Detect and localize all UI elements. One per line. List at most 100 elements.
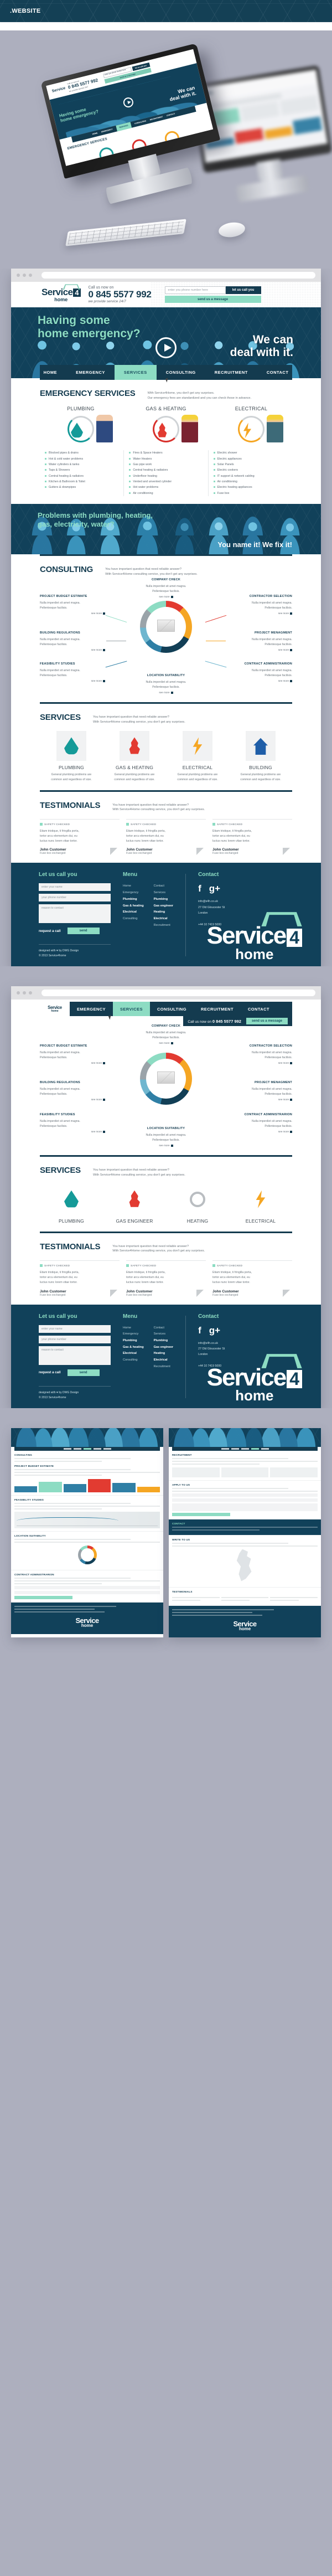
see-more-link[interactable]: see more <box>227 611 292 615</box>
service-item-heating[interactable]: HEATING <box>170 1184 225 1224</box>
nav-item-consulting[interactable]: CONSULTING <box>150 1002 194 1016</box>
nav-item-contact[interactable]: CONTACT <box>257 365 298 380</box>
footer-reason-textarea[interactable]: reason to contact <box>39 904 111 924</box>
list-item[interactable]: Taps & Showers <box>45 467 118 473</box>
footer-link[interactable]: Electrical <box>123 909 144 916</box>
footer-link[interactable]: Gas engineer <box>154 1344 173 1351</box>
list-item[interactable]: Electric appliances <box>213 456 287 462</box>
nav-item-home[interactable]: HOME <box>34 365 67 380</box>
service-item-gas[interactable]: GAS & HEATING General plumbing problems … <box>107 731 162 782</box>
footer-phone-input[interactable]: your phone number <box>39 894 111 902</box>
list-item[interactable]: Fuse box <box>213 491 287 496</box>
footer-email[interactable]: info@s4h.co.uk <box>198 1342 218 1345</box>
mini-nav-home[interactable]: HOME <box>92 132 98 136</box>
footer-link[interactable]: Services <box>154 1331 173 1338</box>
maximize-dot-icon[interactable] <box>29 274 32 277</box>
footer-link[interactable]: Consulting <box>123 1357 144 1364</box>
send-button[interactable]: send <box>67 928 100 935</box>
list-item[interactable]: Blocked pipes & drains <box>45 450 118 456</box>
list-item[interactable]: Gas pipe work <box>129 462 203 467</box>
footer-link[interactable]: Services <box>154 890 173 897</box>
nav-item-consulting[interactable]: CONSULTING <box>157 365 205 380</box>
main-navigation[interactable]: HOME EMERGENCY SERVICES CONSULTING RECRU… <box>40 365 292 380</box>
list-item[interactable]: Kitchen & Bathroom & Toilet <box>45 479 118 485</box>
see-more-link[interactable]: see more <box>40 1130 105 1134</box>
footer-link[interactable]: Heating <box>154 1351 173 1357</box>
google-plus-icon[interactable]: g+ <box>209 883 220 894</box>
see-more-link[interactable]: see more <box>40 1098 105 1101</box>
google-plus-icon[interactable]: g+ <box>209 1325 220 1336</box>
list-item[interactable]: Underfloor heating <box>129 473 203 479</box>
footer-link[interactable]: Emergency <box>123 1331 144 1338</box>
minimize-dot-icon[interactable] <box>23 991 26 995</box>
see-more-link[interactable]: see more <box>130 691 202 694</box>
service-item-plumbing[interactable]: PLUMBING General plumbing problems are co… <box>44 731 98 782</box>
see-more-link[interactable]: see more <box>130 595 202 599</box>
list-item[interactable]: Air conditioning <box>129 491 203 496</box>
service-item-plumbing[interactable]: PLUMBING <box>44 1184 98 1224</box>
emergency-card-electrical[interactable]: ELECTRICAL <box>210 406 292 444</box>
see-more-link[interactable]: see more <box>227 1098 292 1101</box>
sticky-navigation[interactable]: Service home EMERGENCY SERVICES CONSULTI… <box>40 1002 292 1027</box>
footer-link[interactable]: Contact <box>154 883 173 890</box>
send-button[interactable]: send <box>67 1369 100 1376</box>
send-us-a-message-button[interactable]: send us a message <box>164 296 261 303</box>
footer-link[interactable]: Gas engineer <box>154 903 173 910</box>
emergency-card-plumbing[interactable]: PLUMBING <box>40 406 122 444</box>
list-item[interactable]: Central heating & radiators <box>45 473 118 479</box>
service-item-electrical[interactable]: ELECTRICAL <box>234 1184 288 1224</box>
see-more-link[interactable]: see more <box>227 1061 292 1065</box>
list-item[interactable]: Water cylinders & tanks <box>45 462 118 467</box>
footer-link[interactable]: Recruitment <box>154 1364 173 1371</box>
nav-item-recruitment[interactable]: RECRUITMENT <box>205 365 257 380</box>
list-item[interactable]: Electric heating appliances <box>213 485 287 490</box>
footer-link[interactable]: Gas & heating <box>123 903 144 910</box>
list-item[interactable]: Hot water problems <box>129 485 203 490</box>
list-item[interactable]: Solar Panels <box>213 462 287 467</box>
mini-nav-contact[interactable]: CONTACT <box>167 113 175 117</box>
footer-name-input[interactable]: enter your name <box>39 883 111 892</box>
nav-item-services[interactable]: SERVICES <box>112 1002 150 1017</box>
list-item[interactable]: Air conditioning <box>213 479 287 485</box>
close-dot-icon[interactable] <box>17 274 20 277</box>
footer-link[interactable]: Electrical <box>154 1357 173 1364</box>
facebook-icon[interactable]: f <box>198 883 201 894</box>
see-more-link[interactable]: see more <box>227 648 292 652</box>
list-item[interactable]: Fires & Space Heaters <box>129 450 203 456</box>
nav-item-contact[interactable]: CONTACT <box>241 1002 277 1016</box>
minimize-dot-icon[interactable] <box>23 274 26 277</box>
nav-item-services[interactable]: SERVICES <box>114 365 157 380</box>
see-more-link[interactable]: see more <box>130 1143 202 1147</box>
footer-link[interactable]: Electrical <box>123 1351 144 1357</box>
address-bar[interactable] <box>42 272 315 279</box>
footer-link[interactable]: Plumbing <box>123 1338 144 1344</box>
see-more-link[interactable]: see more <box>227 679 292 683</box>
nav-item-emergency[interactable]: EMERGENCY <box>66 365 115 380</box>
footer-name-input[interactable]: enter your name <box>39 1325 111 1333</box>
footer-link[interactable]: Plumbing <box>154 1338 173 1344</box>
list-item[interactable]: Gutters & downpipes <box>45 485 118 490</box>
see-more-link[interactable]: see more <box>40 1061 105 1065</box>
play-icon[interactable] <box>155 337 177 358</box>
sticky-logo[interactable]: Service home <box>40 1002 70 1017</box>
header-phone-input[interactable]: enter you phone number here <box>164 286 226 294</box>
footer-link[interactable]: Home <box>123 1325 144 1332</box>
site-logo[interactable]: Service 4 home <box>42 284 81 302</box>
list-item[interactable]: Electric cookers <box>213 467 287 473</box>
list-item[interactable]: Vented and unvented cylinder <box>129 479 203 485</box>
footer-link[interactable]: Gas & heating <box>123 1344 144 1351</box>
list-item[interactable]: Water Heaters <box>129 456 203 462</box>
footer-reason-textarea[interactable]: reason to contact <box>39 1346 111 1365</box>
footer-email[interactable]: info@s4h.co.uk <box>198 900 218 903</box>
see-more-link[interactable]: see more <box>130 1041 202 1045</box>
emergency-card-gas[interactable]: GAS & HEATING <box>125 406 207 444</box>
list-item[interactable]: Electric shower <box>213 450 287 456</box>
nav-item-emergency[interactable]: EMERGENCY <box>70 1002 113 1016</box>
footer-link[interactable]: Contact <box>154 1325 173 1332</box>
see-more-link[interactable]: see more <box>40 611 105 615</box>
footer-phone-input[interactable]: your phone number <box>39 1335 111 1343</box>
address-bar[interactable] <box>42 990 315 997</box>
footer-link[interactable]: Electrical <box>154 916 173 923</box>
footer-link[interactable]: Home <box>123 883 144 890</box>
footer-link[interactable]: Plumbing <box>123 897 144 903</box>
